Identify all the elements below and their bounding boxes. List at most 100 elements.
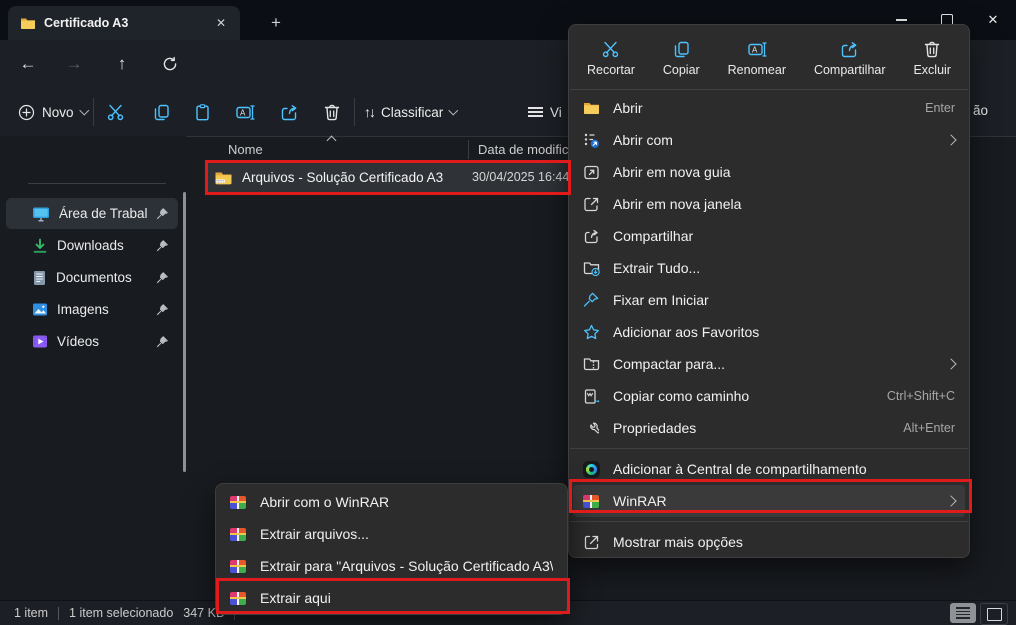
submenu-chevron-icon	[945, 134, 956, 145]
svg-text:A: A	[752, 45, 758, 54]
menu-item-label: Abrir em nova guia	[613, 164, 955, 180]
menu-separator	[570, 521, 968, 522]
copy-icon	[672, 40, 691, 59]
zip-folder-icon	[582, 355, 600, 373]
menu-separator	[570, 448, 968, 449]
share-icon	[840, 40, 859, 59]
new-button-label: Novo	[42, 105, 74, 120]
winrar-icon	[229, 493, 247, 511]
menu-item-extrair-tudo[interactable]: Extrair Tudo...	[569, 252, 969, 284]
menu-item-abrir-com[interactable]: Abrir com	[569, 124, 969, 156]
menu-item-favoritos[interactable]: Adicionar aos Favoritos	[569, 316, 969, 348]
delete-quick-action[interactable]: Excluir	[911, 36, 953, 81]
menu-item-label: Adicionar aos Favoritos	[613, 324, 955, 340]
delete-button[interactable]	[315, 96, 349, 128]
details-view-button[interactable]	[950, 603, 976, 623]
menu-shortcut: Ctrl+Shift+C	[887, 389, 955, 403]
sidebar-item-label: Imagens	[57, 302, 147, 317]
paste-button[interactable]	[185, 96, 219, 128]
open-with-icon	[582, 131, 600, 149]
new-tab-button[interactable]: +	[262, 10, 290, 36]
menu-item-central-compartilhamento[interactable]: Adicionar à Central de compartilhamento	[569, 453, 969, 485]
trash-icon	[923, 40, 941, 59]
menu-item-fixar-iniciar[interactable]: Fixar em Iniciar	[569, 284, 969, 316]
winrar-submenu: Abrir com o WinRAR Extrair arquivos... E…	[215, 483, 568, 615]
list-lines-icon	[528, 104, 543, 119]
quick-action-label: Compartilhar	[814, 63, 886, 77]
rename-button[interactable]: A	[228, 96, 262, 128]
sort-button-label: Classificar	[381, 105, 443, 120]
desktop-icon	[32, 206, 50, 222]
new-window-icon	[582, 195, 600, 213]
view-button-label: Vi	[550, 105, 562, 120]
menu-item-propriedades[interactable]: Propriedades Alt+Enter	[569, 412, 969, 444]
selection-count: 1 item selecionado	[69, 606, 173, 620]
menu-item-label: Abrir em nova janela	[613, 196, 955, 212]
sidebar-item-desktop[interactable]: Área de Trabalho	[6, 198, 178, 229]
explorer-tab[interactable]: Certificado A3 ✕	[8, 6, 240, 40]
pin-icon	[156, 272, 168, 284]
share-quick-action[interactable]: Compartilhar	[812, 36, 888, 81]
share-button[interactable]	[272, 96, 306, 128]
menu-item-winrar[interactable]: WinRAR	[573, 485, 965, 517]
cut-quick-action[interactable]: Recortar	[585, 36, 637, 81]
submenu-item-extrair-aqui[interactable]: Extrair aqui	[216, 582, 567, 614]
scissors-icon	[601, 40, 620, 59]
copy-path-icon	[582, 387, 600, 405]
sidebar-item-videos[interactable]: Vídeos	[6, 326, 178, 357]
new-button[interactable]: Novo	[18, 96, 87, 128]
forward-button[interactable]: →	[58, 48, 90, 80]
star-icon	[582, 323, 600, 341]
column-name[interactable]: Nome	[228, 142, 263, 157]
menu-item-nova-guia[interactable]: Abrir em nova guia	[569, 156, 969, 188]
menu-item-nova-janela[interactable]: Abrir em nova janela	[569, 188, 969, 220]
quick-action-label: Copiar	[663, 63, 700, 77]
zip-folder-icon	[214, 170, 233, 186]
copy-quick-action[interactable]: Copiar	[661, 36, 702, 81]
cut-button[interactable]	[98, 96, 132, 128]
menu-shortcut: Enter	[925, 101, 955, 115]
tab-close-icon[interactable]: ✕	[210, 12, 232, 34]
sidebar-scrollbar[interactable]	[183, 192, 186, 472]
submenu-item-abrir-winrar[interactable]: Abrir com o WinRAR	[216, 486, 567, 518]
minimize-icon	[896, 19, 907, 20]
rename-quick-action[interactable]: A Renomear	[726, 36, 788, 81]
menu-item-abrir[interactable]: Abrir Enter	[569, 92, 969, 124]
up-button[interactable]: ↑	[106, 48, 138, 80]
tab-title: Certificado A3	[44, 16, 202, 30]
menu-shortcut: Alt+Enter	[903, 421, 955, 435]
pin-icon	[156, 208, 168, 220]
menu-item-label: Copiar como caminho	[613, 388, 874, 404]
column-date-modified[interactable]: Data de modifica	[478, 142, 576, 157]
submenu-item-extrair-para[interactable]: Extrair para "Arquivos - Solução Certifi…	[216, 550, 567, 582]
sidebar-item-label: Vídeos	[57, 334, 147, 349]
menu-item-copiar-caminho[interactable]: Copiar como caminho Ctrl+Shift+C	[569, 380, 969, 412]
sort-button[interactable]: ↑↓ Classificar	[364, 96, 457, 128]
sidebar-item-downloads[interactable]: Downloads	[6, 230, 178, 261]
close-button[interactable]: ✕	[970, 0, 1016, 40]
winrar-icon	[229, 557, 247, 575]
extract-all-icon	[582, 259, 600, 277]
file-explorer-window: Certificado A3 ✕ + ✕ ← → ↑ Área de Traba…	[0, 0, 1016, 625]
sidebar-item-label: Documentos	[56, 270, 147, 285]
menu-separator	[570, 89, 968, 90]
menu-item-compartilhar[interactable]: Compartilhar	[569, 220, 969, 252]
menu-item-mostrar-mais[interactable]: Mostrar mais opções	[569, 526, 969, 558]
status-divider	[58, 607, 59, 620]
back-button[interactable]: ←	[12, 48, 44, 80]
sidebar-item-pictures[interactable]: Imagens	[6, 294, 178, 325]
chevron-down-icon	[449, 106, 458, 115]
new-tab-icon	[582, 163, 600, 181]
close-icon: ✕	[988, 12, 999, 28]
thumbnail-view-button[interactable]	[980, 603, 1008, 625]
menu-item-compactar[interactable]: Compactar para...	[569, 348, 969, 380]
menu-item-label: Adicionar à Central de compartilhamento	[613, 461, 955, 477]
item-count: 1 item	[14, 606, 48, 620]
refresh-button[interactable]	[154, 48, 186, 80]
column-divider[interactable]	[468, 140, 469, 159]
copy-button[interactable]	[144, 96, 178, 128]
view-button[interactable]: Vi	[528, 96, 562, 128]
videos-icon	[32, 334, 48, 349]
sidebar-item-documents[interactable]: Documentos	[6, 262, 178, 293]
submenu-item-extrair-arquivos[interactable]: Extrair arquivos...	[216, 518, 567, 550]
